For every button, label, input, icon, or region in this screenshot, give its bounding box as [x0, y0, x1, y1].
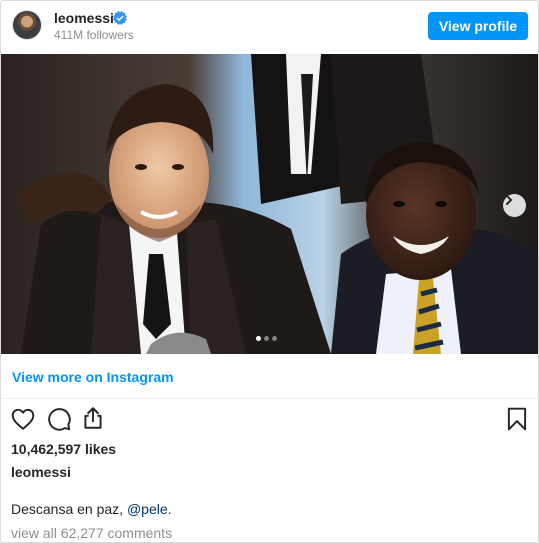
likes-count[interactable]: 10,462,597 likes: [11, 441, 116, 457]
carousel-indicator: [256, 336, 277, 342]
heart-icon[interactable]: [10, 406, 36, 432]
carousel-dot: [256, 336, 261, 341]
verified-badge-icon: [113, 11, 127, 25]
share-icon[interactable]: [80, 405, 106, 431]
view-more-link[interactable]: View more on Instagram: [12, 369, 174, 385]
caption-end: .: [167, 501, 172, 517]
chevron-right-icon: [506, 195, 513, 205]
followers-count: 411M followers: [54, 28, 134, 42]
caption-text: Descansa en paz,: [11, 501, 127, 517]
post-photo[interactable]: [1, 54, 538, 354]
caption-username[interactable]: leomessi: [11, 464, 71, 480]
instagram-embed-card: leomessi 411M followers View profile Vie…: [0, 0, 539, 543]
post-header: leomessi 411M followers View profile: [1, 1, 538, 53]
photo-artwork: [1, 54, 538, 354]
view-comments-link[interactable]: view all 62,277 comments: [11, 525, 172, 541]
profile-username[interactable]: leomessi: [54, 10, 114, 26]
profile-avatar[interactable]: [12, 10, 42, 40]
carousel-dot: [272, 336, 277, 341]
caption-mention-link[interactable]: @pele: [127, 501, 168, 517]
comment-icon[interactable]: [46, 406, 72, 432]
post-caption: Descansa en paz, @pele.: [11, 501, 172, 517]
carousel-next-button[interactable]: [503, 194, 526, 217]
carousel-dot: [264, 336, 269, 341]
bookmark-icon[interactable]: [504, 406, 530, 432]
view-more-row: View more on Instagram: [1, 354, 538, 399]
view-profile-button[interactable]: View profile: [428, 12, 528, 40]
